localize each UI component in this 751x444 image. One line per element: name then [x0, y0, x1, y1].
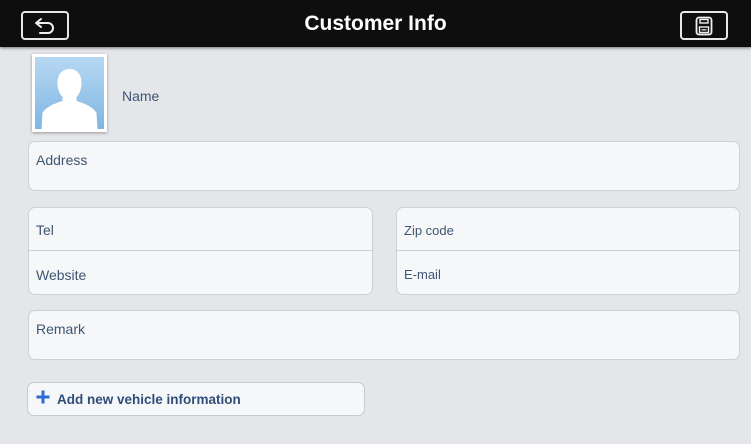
contact-card-left: Tel Website [28, 207, 373, 295]
name-field[interactable]: Name [122, 88, 159, 104]
zip-code-field[interactable]: Zip code [404, 223, 454, 238]
add-vehicle-button[interactable]: Add new vehicle information [27, 382, 365, 416]
divider [29, 250, 372, 251]
save-button[interactable] [680, 11, 728, 40]
tel-field[interactable]: Tel [36, 222, 54, 238]
remark-field[interactable]: Remark [28, 310, 740, 360]
plus-icon [36, 390, 50, 404]
address-label: Address [36, 152, 88, 168]
contact-card-right: Zip code E-mail [396, 207, 740, 295]
address-field[interactable]: Address [28, 141, 740, 191]
save-icon [695, 16, 713, 35]
website-field[interactable]: Website [36, 267, 86, 283]
divider [397, 250, 739, 251]
person-silhouette-icon [35, 57, 104, 129]
email-field[interactable]: E-mail [404, 267, 441, 282]
top-bar: Customer Info [0, 0, 751, 47]
customer-avatar[interactable] [32, 54, 107, 132]
add-vehicle-label: Add new vehicle information [57, 392, 241, 407]
page-title: Customer Info [304, 12, 447, 35]
remark-label: Remark [36, 321, 86, 337]
